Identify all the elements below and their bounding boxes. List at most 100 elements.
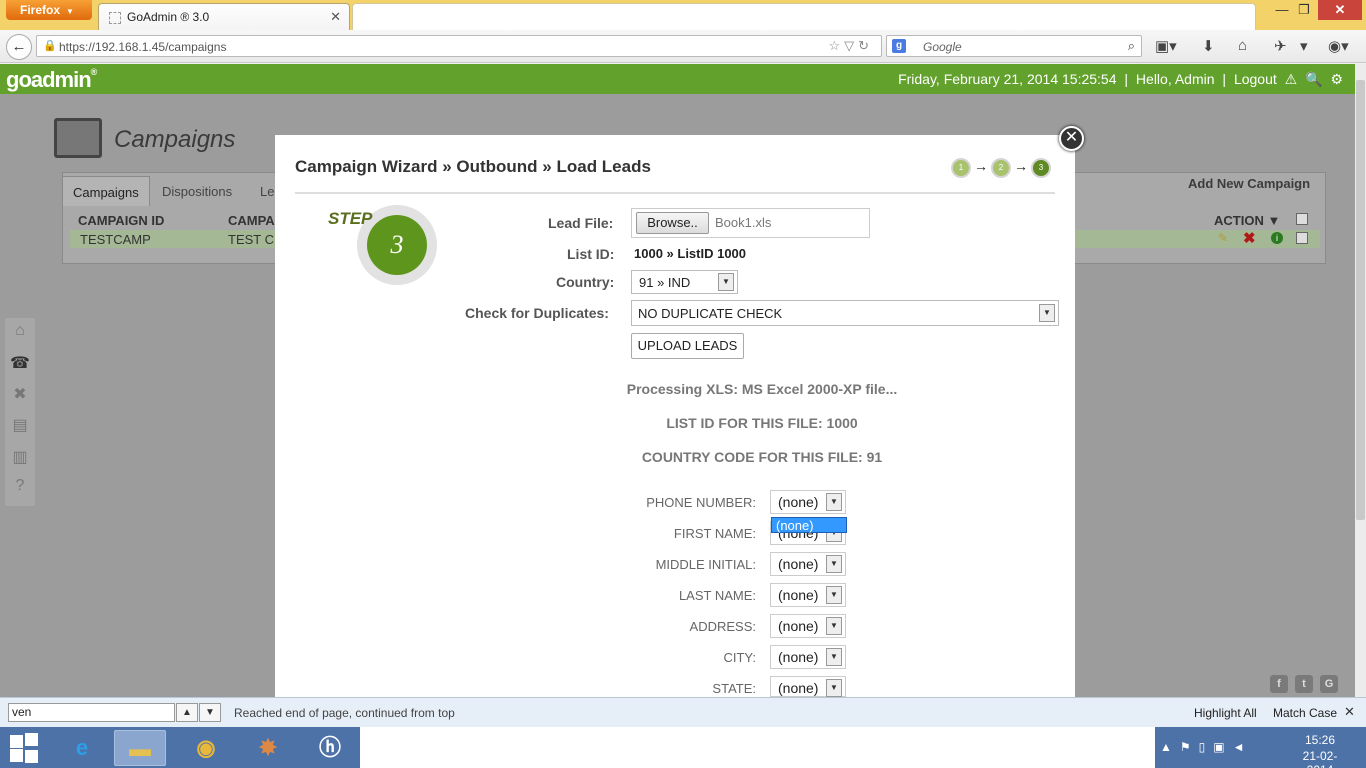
close-icon[interactable]: ✕ <box>1344 704 1355 720</box>
step-number: 3 <box>367 215 427 275</box>
gear-icon[interactable]: ⚙ <box>1330 71 1343 87</box>
arrow-right-icon: → <box>974 158 988 174</box>
start-tile <box>10 735 23 748</box>
taskbar-empty-area <box>360 727 1155 768</box>
facebook-icon[interactable]: f <box>1270 675 1288 693</box>
browser-tab-goadmin[interactable]: GoAdmin ® 3.0 ✕ <box>98 3 350 30</box>
url-bar[interactable]: 🔒 https://192.168.1.45/campaigns ☆▽↻ <box>36 35 882 57</box>
app-header: goadmin® Friday, February 21, 2014 15:25… <box>0 64 1355 94</box>
tab-dispositions[interactable]: Dispositions <box>152 176 242 206</box>
addon-icon[interactable]: ✈ <box>1274 37 1287 55</box>
media-player-icon[interactable]: ◉ <box>180 730 232 766</box>
close-tab-icon[interactable]: ✕ <box>330 9 341 25</box>
internet-explorer-icon[interactable]: e <box>56 730 108 766</box>
chevron-down-icon[interactable]: ▼ <box>826 493 842 511</box>
field-value: (none) <box>778 680 819 696</box>
column-header-campaign-name[interactable]: CAMPA <box>228 213 275 228</box>
match-case-button[interactable]: Match Case <box>1273 706 1337 720</box>
tools-icon[interactable]: ✖ <box>10 384 30 404</box>
page-icon <box>109 12 121 24</box>
country-label: Country: <box>556 274 615 290</box>
folder-icon[interactable]: ▤ <box>10 415 30 435</box>
chevron-down-icon[interactable]: ▼ <box>826 648 842 666</box>
system-tray-icons[interactable]: ▲⚑▯▣◄ <box>1160 740 1252 754</box>
home-icon[interactable]: ⌂ <box>10 322 30 342</box>
row-checkbox[interactable] <box>1296 232 1308 244</box>
start-tile <box>25 733 38 746</box>
find-previous-icon[interactable]: ▲ <box>176 703 198 722</box>
search-icon[interactable]: 🔍 <box>1305 71 1322 87</box>
highlight-all-button[interactable]: Highlight All <box>1194 706 1257 720</box>
bookmark-star-icon[interactable]: ☆▽↻ <box>828 38 873 54</box>
cell-campaign-id: TESTCAMP <box>80 232 151 247</box>
find-next-icon[interactable]: ▼ <box>199 703 221 722</box>
logo-mark-icon: ® <box>90 67 98 77</box>
chevron-down-icon[interactable]: ▼ <box>718 273 734 291</box>
column-header-campaign-id[interactable]: CAMPAIGN ID <box>78 213 164 228</box>
modal-divider <box>295 192 1055 194</box>
goadmin-logo[interactable]: goadmin® <box>6 67 98 93</box>
download-icon[interactable]: ⬇ <box>1202 37 1215 55</box>
lock-icon: 🔒 <box>43 40 57 52</box>
clock-time[interactable]: 15:26 <box>1290 733 1350 747</box>
google-icon[interactable]: g <box>892 39 906 53</box>
field-label-address: ADDRESS: <box>689 619 756 634</box>
arrow-right-icon: → <box>1014 158 1028 174</box>
warning-icon[interactable]: ⚠ <box>1285 71 1298 87</box>
lead-file-label: Lead File: <box>548 215 614 231</box>
chevron-down-icon[interactable]: ▼ <box>826 555 842 573</box>
help-icon[interactable]: ? <box>10 477 30 497</box>
upload-leads-button[interactable]: UPLOAD LEADS <box>631 333 744 359</box>
paint-app-icon[interactable]: ✸ <box>242 730 294 766</box>
file-explorer-icon[interactable]: ▬ <box>114 730 166 766</box>
edit-pencil-icon[interactable]: ✎ <box>1218 231 1228 245</box>
chrome-ball-icon[interactable]: ◉▾ <box>1328 37 1349 55</box>
find-input[interactable]: ven <box>8 703 175 722</box>
back-arrow-icon[interactable]: ← <box>6 34 32 60</box>
search-placeholder: Google <box>923 40 962 54</box>
list-id-value: 1000 » ListID 1000 <box>634 246 747 261</box>
search-icon[interactable]: ⌕ <box>1128 38 1135 54</box>
chevron-down-icon[interactable]: ▼ <box>826 679 842 697</box>
find-status: Reached end of page, continued from top <box>234 706 455 720</box>
search-bar[interactable]: g Google ⌕ <box>886 35 1142 57</box>
tab-campaigns[interactable]: Campaigns <box>62 176 150 206</box>
country-value: 91 » IND <box>639 275 691 290</box>
scroll-thumb[interactable] <box>1356 80 1365 520</box>
list-id-message: LIST ID FOR THIS FILE: 1000 <box>666 415 858 431</box>
chevron-down-icon[interactable]: ▼ <box>826 586 842 604</box>
browser-tab-blank[interactable] <box>352 3 1256 30</box>
chevron-down-icon: ▼ <box>66 7 74 16</box>
add-new-campaign-link[interactable]: Add New Campaign <box>1188 176 1310 191</box>
delete-icon[interactable]: ✖ <box>1243 229 1256 247</box>
step-label: STEP <box>328 209 373 228</box>
goautodial-icon[interactable]: G <box>1320 675 1338 693</box>
header-separator: | <box>1124 71 1129 87</box>
window-close-icon[interactable]: ✕ <box>1318 0 1362 20</box>
select-all-checkbox[interactable] <box>1296 213 1308 225</box>
bookmarks-icon[interactable]: ▣▾ <box>1155 37 1177 55</box>
field-value: (none) <box>778 587 819 603</box>
reports-icon[interactable]: ▥ <box>10 447 30 467</box>
home-icon[interactable]: ⌂ <box>1238 37 1247 54</box>
browse-button[interactable]: Browse.. <box>636 212 709 234</box>
twitter-icon[interactable]: t <box>1295 675 1313 693</box>
chevron-down-icon[interactable]: ▼ <box>826 617 842 635</box>
clock-date[interactable]: 21-02-2014 <box>1290 749 1350 768</box>
processing-message: Processing XLS: MS Excel 2000-XP file... <box>626 381 898 397</box>
hp-icon[interactable]: ⓗ <box>304 730 356 766</box>
header-right: Friday, February 21, 2014 15:25:54 | Hel… <box>894 71 1343 88</box>
info-icon[interactable]: i <box>1271 232 1283 244</box>
chevron-down-icon[interactable]: ▼ <box>1039 304 1055 322</box>
logout-link[interactable]: Logout <box>1234 71 1277 87</box>
list-id-label: List ID: <box>567 246 615 262</box>
header-datetime: Friday, February 21, 2014 15:25:54 <box>898 71 1117 87</box>
windows-start-icon[interactable] <box>10 733 40 763</box>
firefox-menu-button[interactable]: Firefox ▼ <box>6 0 92 20</box>
restore-icon[interactable]: ❐ <box>1290 0 1318 20</box>
column-header-action[interactable]: ACTION ▼ <box>1214 213 1280 228</box>
modal-close-icon[interactable]: ✕ <box>1059 126 1084 151</box>
phone-icon[interactable]: ☎ <box>10 353 30 373</box>
menu-chevron-icon[interactable]: ▾ <box>1300 37 1308 55</box>
dropdown-option-none[interactable]: (none) <box>771 517 847 533</box>
